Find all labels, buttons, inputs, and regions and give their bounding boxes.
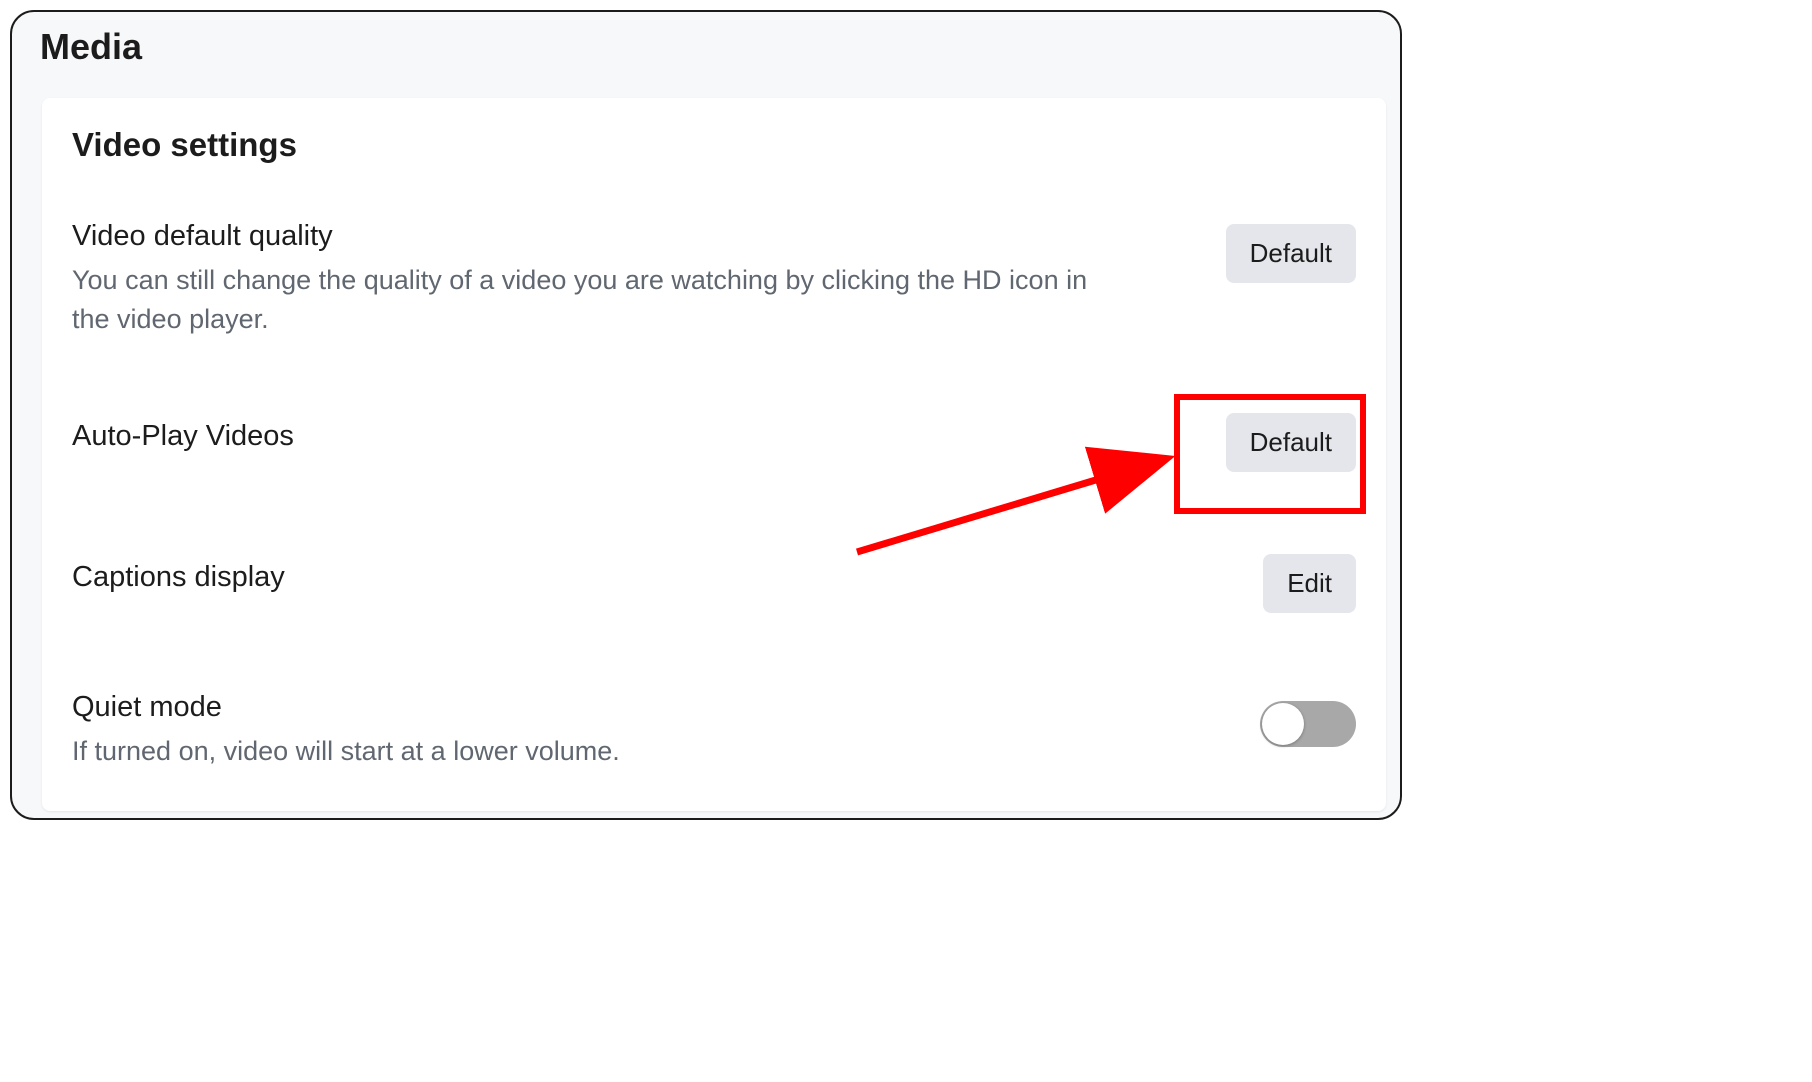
- video-quality-button[interactable]: Default: [1226, 224, 1356, 283]
- page-title: Media: [12, 12, 1400, 68]
- video-quality-description: You can still change the quality of a vi…: [72, 261, 1132, 339]
- captions-control: Edit: [1263, 550, 1356, 613]
- quiet-mode-label: Quiet mode: [72, 691, 1220, 724]
- video-settings-card: Video settings Video default quality You…: [42, 98, 1386, 811]
- toggle-knob: [1262, 703, 1304, 745]
- captions-label: Captions display: [72, 561, 1223, 594]
- quiet-mode-description: If turned on, video will start at a lowe…: [72, 732, 1132, 771]
- video-quality-control: Default: [1226, 220, 1356, 283]
- autoplay-label: Auto-Play Videos: [72, 420, 1186, 453]
- captions-edit-button[interactable]: Edit: [1263, 554, 1356, 613]
- autoplay-control: Default: [1226, 409, 1356, 472]
- media-settings-panel: Media Video settings Video default quali…: [10, 10, 1402, 820]
- autoplay-button[interactable]: Default: [1226, 413, 1356, 472]
- card-title: Video settings: [72, 126, 1356, 164]
- quiet-mode-control: [1260, 691, 1356, 747]
- captions-row: Captions display Edit: [72, 550, 1356, 613]
- quiet-mode-row: Quiet mode If turned on, video will star…: [72, 691, 1356, 771]
- quiet-mode-toggle[interactable]: [1260, 701, 1356, 747]
- autoplay-row: Auto-Play Videos Default: [72, 409, 1356, 472]
- video-quality-text: Video default quality You can still chan…: [72, 220, 1226, 339]
- video-quality-row: Video default quality You can still chan…: [72, 220, 1356, 339]
- autoplay-text: Auto-Play Videos: [72, 420, 1226, 461]
- quiet-mode-text: Quiet mode If turned on, video will star…: [72, 691, 1260, 771]
- video-quality-label: Video default quality: [72, 220, 1186, 253]
- captions-text: Captions display: [72, 561, 1263, 602]
